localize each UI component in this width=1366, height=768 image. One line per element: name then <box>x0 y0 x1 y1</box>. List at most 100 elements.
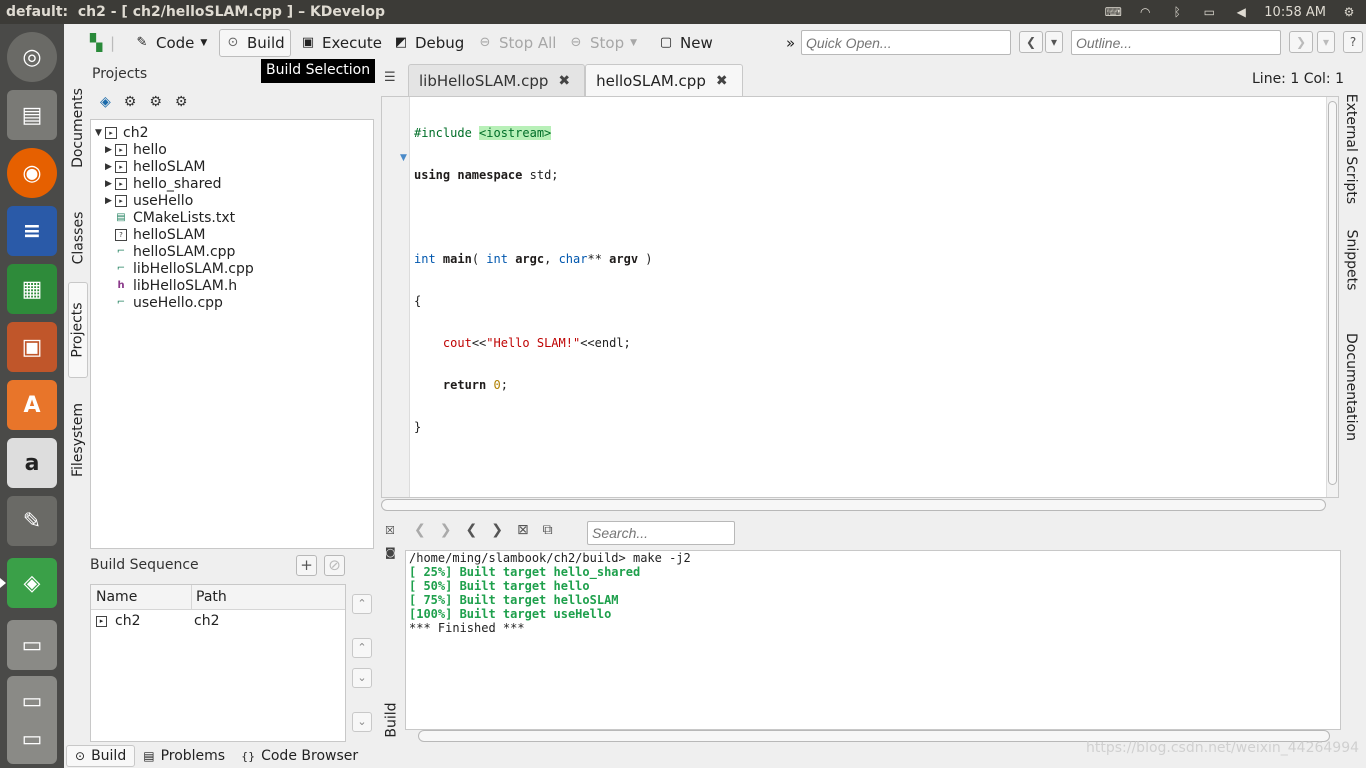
close-view-icon[interactable]: ☒ <box>385 520 396 542</box>
tab-documents[interactable]: Documents <box>68 78 88 178</box>
column-name[interactable]: Name <box>96 589 137 605</box>
impress-icon[interactable]: ▣ <box>7 322 57 372</box>
firefox-icon[interactable]: ◉ <box>7 148 57 198</box>
settings-icon[interactable]: ✎ <box>7 496 57 546</box>
remove-from-build-button[interactable]: ⊘ <box>324 555 345 576</box>
tab-snippets[interactable]: Snippets <box>1340 220 1362 300</box>
clock[interactable]: 10:58 AM <box>1264 5 1326 20</box>
fold-icon[interactable]: ▼ <box>400 153 407 163</box>
expand-arrow-icon[interactable]: ▶ <box>105 162 115 172</box>
debug-icon: ◩ <box>394 35 408 50</box>
code-editor[interactable]: ▼ #include <iostream> using namespace st… <box>381 96 1339 498</box>
previous-item-icon[interactable]: ❮ <box>465 522 477 538</box>
move-bottom-button[interactable]: ⌄ <box>352 712 372 732</box>
expand-arrow-icon[interactable]: ▶ <box>105 179 115 189</box>
build-icon: ⊙ <box>227 35 239 50</box>
tab-build-output[interactable]: Build <box>382 698 402 742</box>
build-button[interactable]: ⊙ Build <box>219 29 291 57</box>
move-down-button[interactable]: ⌄ <box>352 668 372 688</box>
ubuntu-dash-icon[interactable]: ◎ <box>7 32 57 82</box>
column-path[interactable]: Path <box>196 589 227 605</box>
forward-nav-button[interactable]: ❯ <box>1289 31 1313 53</box>
output-search-input[interactable] <box>587 521 735 545</box>
execute-button[interactable]: ▣ Execute <box>300 29 382 57</box>
nav-history-dropdown[interactable]: ▾ <box>1045 31 1063 53</box>
next-item-icon[interactable]: ❯ <box>491 522 503 538</box>
wifi-icon[interactable]: ◠ <box>1136 5 1154 19</box>
collapse-icon[interactable]: ⊠ <box>517 522 529 538</box>
keyboard-icon[interactable]: ⌨ <box>1104 5 1122 19</box>
forward-history-dropdown[interactable]: ▾ <box>1317 31 1335 53</box>
last-item-icon[interactable]: ❯ <box>440 522 452 538</box>
editor-vertical-scrollbar[interactable] <box>1326 97 1338 497</box>
tree-item[interactable]: ⌐ useHello.cpp <box>105 294 223 311</box>
more-toolbar-button[interactable]: » <box>786 29 795 57</box>
tree-item[interactable]: ▼ ▸ ch2 <box>95 124 148 141</box>
tree-item[interactable]: ⌐ libHelloSLAM.cpp <box>105 260 254 277</box>
area-switcher-button[interactable]: ▚ | <box>88 29 115 57</box>
tree-item[interactable]: ▶ ▸ helloSLAM <box>105 158 206 175</box>
tab-filesystem[interactable]: Filesystem <box>68 394 88 486</box>
document-list-icon[interactable]: ☰ <box>384 70 396 85</box>
tree-item[interactable]: ▶ ▸ useHello <box>105 192 193 209</box>
tab-external-scripts[interactable]: External Scripts <box>1340 84 1362 214</box>
close-icon[interactable]: ✖ <box>716 73 728 89</box>
kdevelop-icon[interactable]: ◈ <box>7 558 57 608</box>
drive-icon[interactable]: ▭ <box>7 620 57 670</box>
editor-horizontal-scrollbar[interactable] <box>381 499 1326 511</box>
move-up-button[interactable]: ⌃ <box>352 638 372 658</box>
help-button[interactable]: ? <box>1343 31 1363 53</box>
add-to-build-button[interactable]: + <box>296 555 317 576</box>
battery-icon[interactable]: ▭ <box>1200 5 1218 19</box>
tab-code-browser[interactable]: {} Code Browser <box>233 745 366 767</box>
new-button[interactable]: ▢ New <box>658 29 713 57</box>
copy-icon[interactable]: ⧉ <box>543 522 553 538</box>
expand-arrow-icon[interactable]: ▼ <box>95 128 105 138</box>
amazon-icon[interactable]: a <box>7 438 57 488</box>
close-icon[interactable]: ✖ <box>558 73 570 89</box>
table-row[interactable]: ▸ ch2 <box>96 613 140 629</box>
software-center-icon[interactable]: A <box>7 380 57 430</box>
tree-item[interactable]: ▶ ▸ hello <box>105 141 167 158</box>
debug-button[interactable]: ◩ Debug <box>393 29 465 57</box>
tab-helloslam-cpp[interactable]: helloSLAM.cpp ✖ <box>585 64 743 96</box>
tree-item[interactable]: ▤ CMakeLists.txt <box>105 209 235 226</box>
maximize-view-icon[interactable]: ◙ <box>385 542 396 564</box>
link-editor-icon[interactable]: ◈ <box>100 94 111 110</box>
cpp-icon: ⌐ <box>116 262 126 274</box>
files-icon[interactable]: ▤ <box>7 90 57 140</box>
back-nav-button[interactable]: ❮ <box>1019 31 1043 53</box>
tab-problems[interactable]: ▤ Problems <box>135 745 233 767</box>
expand-arrow-icon[interactable]: ▶ <box>105 145 115 155</box>
move-top-button[interactable]: ⌃ <box>352 594 372 614</box>
trash-icon[interactable]: ▭ <box>7 714 57 764</box>
build-output[interactable]: /home/ming/slambook/ch2/build> make -j2[… <box>405 550 1341 730</box>
reload-icon[interactable]: ⚙ <box>149 94 162 110</box>
tab-projects[interactable]: Projects <box>68 282 88 378</box>
tree-item[interactable]: ⌐ helloSLAM.cpp <box>105 243 236 260</box>
power-gear-icon[interactable]: ⚙ <box>1340 5 1358 19</box>
tab-libhelloslam-cpp[interactable]: libHelloSLAM.cpp ✖ <box>408 64 586 96</box>
bluetooth-icon[interactable]: ᛒ <box>1168 5 1186 19</box>
first-item-icon[interactable]: ❮ <box>414 522 426 538</box>
tree-item[interactable]: ▶ ▸ hello_shared <box>105 175 222 192</box>
grid-icon: ▚ <box>89 33 103 52</box>
tab-documentation[interactable]: Documentation <box>1340 324 1362 450</box>
tree-item[interactable]: h libHelloSLAM.h <box>105 277 237 294</box>
code-content[interactable]: #include <iostream> using namespace std;… <box>414 98 653 462</box>
code-menu-button[interactable]: ✎ Code ▼ <box>134 29 208 57</box>
stop-all-button[interactable]: ⊖ Stop All <box>477 29 557 57</box>
calc-icon[interactable]: ▦ <box>7 264 57 314</box>
volume-icon[interactable]: ◀ <box>1232 5 1250 19</box>
stop-button[interactable]: ⊖ Stop ▼ <box>568 29 637 57</box>
outline-input[interactable] <box>1071 30 1281 55</box>
tree-item[interactable]: ? helloSLAM <box>105 226 206 243</box>
writer-icon[interactable]: ≡ <box>7 206 57 256</box>
configure-icon[interactable]: ⚙ <box>124 94 137 110</box>
close-project-icon[interactable]: ⚙ <box>175 94 188 110</box>
tab-build[interactable]: ⊙ Build <box>66 745 136 767</box>
tab-classes[interactable]: Classes <box>68 198 88 278</box>
quick-open-input[interactable] <box>801 30 1011 55</box>
expand-arrow-icon[interactable]: ▶ <box>105 196 115 206</box>
scrollbar-thumb[interactable] <box>1328 101 1337 485</box>
